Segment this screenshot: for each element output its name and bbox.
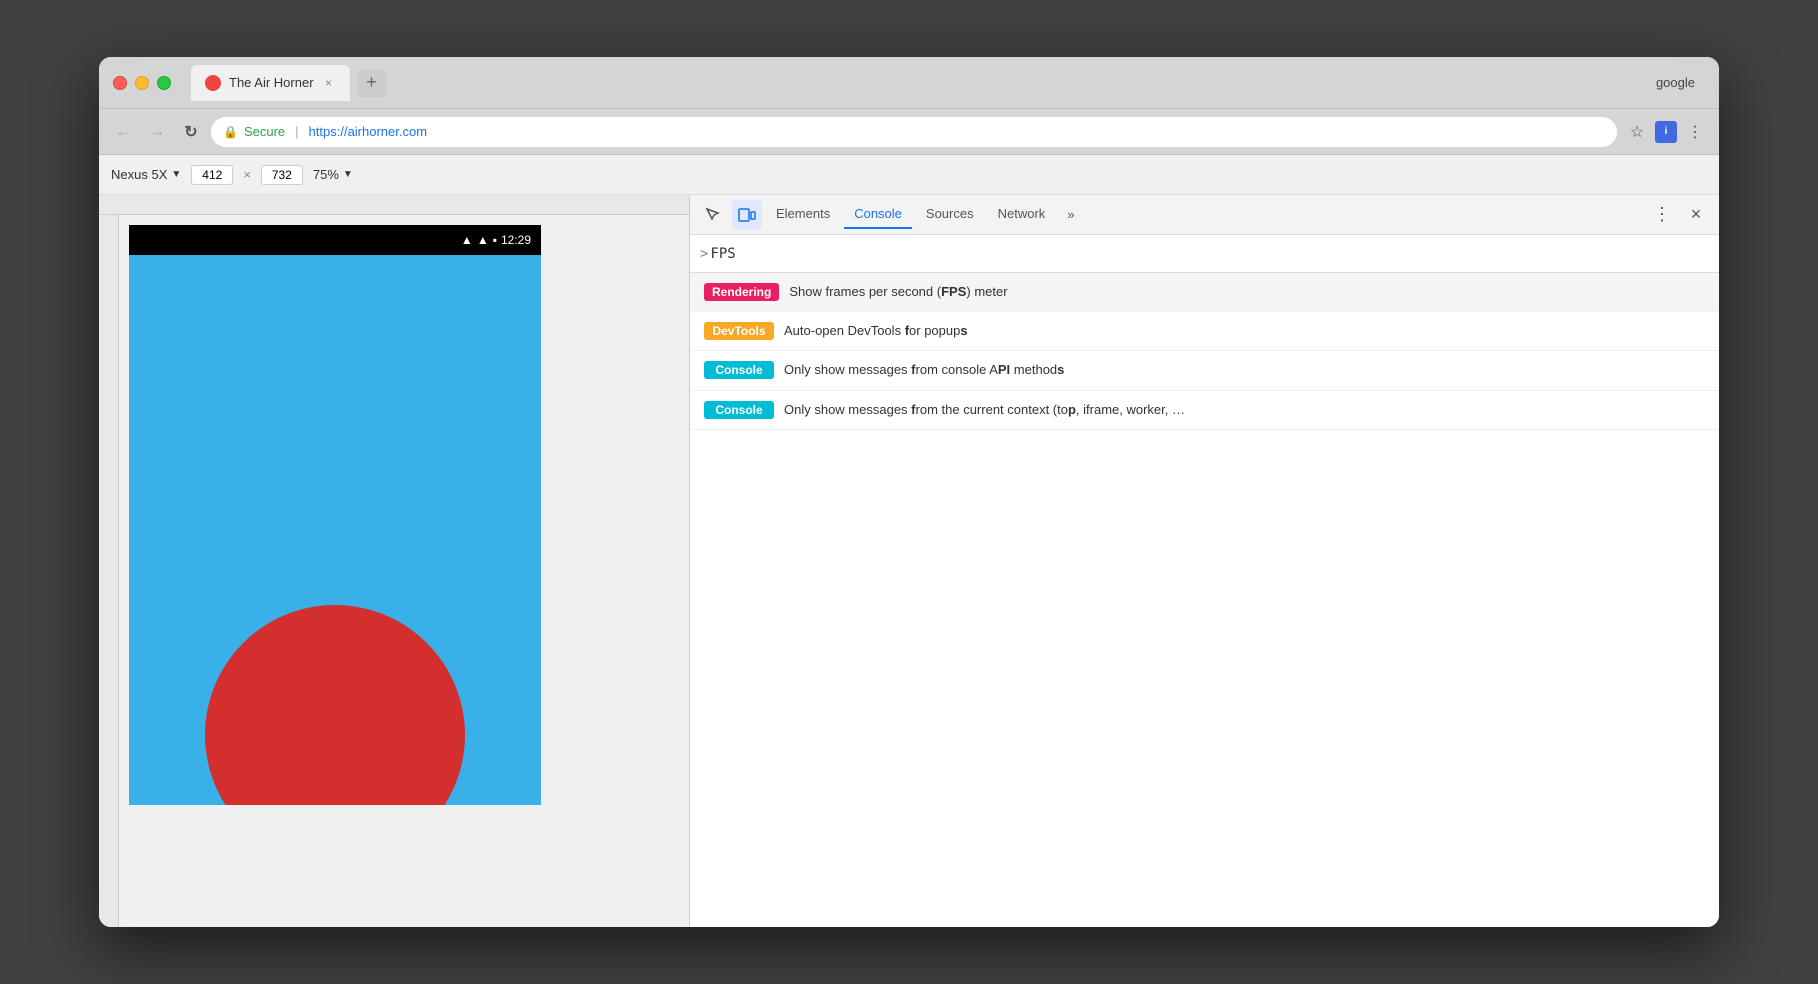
search-query-display: google [1656, 75, 1695, 90]
device-toolbar: Nexus 5X ▼ × 75% ▼ [99, 155, 1719, 195]
tab-sources[interactable]: Sources [916, 200, 984, 229]
autocomplete-item-1[interactable]: DevTools Auto-open DevTools for popups [690, 312, 1719, 351]
browser-viewport: ▲ ▲ ▪ 12:29 [99, 195, 689, 927]
vertical-ruler [99, 215, 119, 927]
more-tabs-button[interactable]: » [1059, 201, 1082, 228]
autocomplete-text-3: Only show messages from the current cont… [784, 401, 1185, 419]
back-button[interactable]: ← [109, 118, 137, 146]
console-prompt: > [700, 246, 708, 262]
secure-icon: 🔒 [223, 125, 238, 139]
device-dropdown-icon: ▼ [171, 169, 181, 180]
ruler-v-container: ▲ ▲ ▪ 12:29 [99, 215, 689, 927]
forward-button[interactable]: → [143, 118, 171, 146]
tab-area: The Air Horner × + [191, 65, 1656, 101]
address-bar-row: ← → ↻ 🔒 Secure | https://airhorner.com ☆… [99, 109, 1719, 155]
badge-rendering-0: Rendering [704, 283, 779, 301]
tab-console[interactable]: Console [844, 200, 912, 229]
height-input[interactable] [261, 165, 303, 185]
address-url: https://airhorner.com [309, 124, 428, 139]
maximize-button[interactable] [157, 76, 171, 90]
address-bar[interactable]: 🔒 Secure | https://airhorner.com [211, 117, 1617, 147]
device-app-area [129, 255, 541, 805]
extension-button[interactable]: i [1655, 121, 1677, 143]
autocomplete-item-3[interactable]: Console Only show messages from the curr… [690, 391, 1719, 430]
width-input[interactable] [191, 165, 233, 185]
badge-devtools-1: DevTools [704, 322, 774, 340]
wifi-icon: ▲ [461, 233, 473, 247]
browser-tab[interactable]: The Air Horner × [191, 65, 350, 101]
devtools-close-button[interactable]: × [1681, 200, 1711, 230]
autocomplete-text-1: Auto-open DevTools for popups [784, 322, 968, 340]
device-selector[interactable]: Nexus 5X ▼ [111, 167, 181, 182]
secure-label: Secure [244, 124, 285, 139]
autocomplete-item-0[interactable]: Rendering Show frames per second (FPS) m… [690, 273, 1719, 312]
devtools-toolbar-right: ⋮ × [1647, 200, 1711, 230]
zoom-label: 75% [313, 167, 339, 182]
device-status-bar: ▲ ▲ ▪ 12:29 [129, 225, 541, 255]
zoom-selector[interactable]: 75% ▼ [313, 167, 353, 182]
horizontal-ruler [99, 195, 689, 215]
traffic-lights [113, 76, 171, 90]
device-emulation-button[interactable] [732, 200, 762, 230]
autocomplete-list: Rendering Show frames per second (FPS) m… [690, 273, 1719, 927]
title-bar: The Air Horner × + google [99, 57, 1719, 109]
close-button[interactable] [113, 76, 127, 90]
chrome-menu-button[interactable]: ⋮ [1681, 118, 1709, 146]
signal-icon: ▲ [477, 233, 489, 247]
badge-console-2: Console [704, 361, 774, 379]
new-tab-button[interactable]: + [358, 69, 386, 97]
console-search-bar[interactable]: > FPS [690, 235, 1719, 273]
dimension-separator: × [243, 167, 251, 182]
time-display: 12:29 [501, 233, 531, 247]
devtools-panel: Elements Console Sources Network » ⋮ × >… [689, 195, 1719, 927]
browser-window: The Air Horner × + google ← → ↻ 🔒 Secure… [99, 57, 1719, 927]
bookmark-button[interactable]: ☆ [1623, 118, 1651, 146]
address-separator: | [295, 124, 298, 139]
autocomplete-text-2: Only show messages from console API meth… [784, 361, 1064, 379]
tab-network[interactable]: Network [988, 200, 1056, 229]
device-screen: ▲ ▲ ▪ 12:29 [129, 225, 541, 805]
inspect-element-button[interactable] [698, 200, 728, 230]
tab-favicon [205, 75, 221, 91]
device-name-label: Nexus 5X [111, 167, 167, 182]
devtools-menu-button[interactable]: ⋮ [1647, 200, 1677, 230]
zoom-dropdown-icon: ▼ [343, 169, 353, 180]
battery-icon: ▪ [493, 233, 497, 247]
minimize-button[interactable] [135, 76, 149, 90]
main-content: ▲ ▲ ▪ 12:29 [99, 195, 1719, 927]
reload-button[interactable]: ↻ [177, 118, 205, 146]
tab-elements[interactable]: Elements [766, 200, 840, 229]
device-screen-area: ▲ ▲ ▪ 12:29 [119, 215, 689, 927]
badge-console-3: Console [704, 401, 774, 419]
autocomplete-item-2[interactable]: Console Only show messages from console … [690, 351, 1719, 390]
console-input[interactable]: FPS [710, 246, 735, 262]
address-bar-actions: ☆ i ⋮ [1623, 118, 1709, 146]
devtools-toolbar: Elements Console Sources Network » ⋮ × [690, 195, 1719, 235]
tab-close-icon[interactable]: × [322, 76, 336, 90]
tab-title: The Air Horner [229, 75, 314, 90]
air-horner-button[interactable] [205, 605, 465, 805]
autocomplete-text-0: Show frames per second (FPS) meter [789, 283, 1007, 301]
